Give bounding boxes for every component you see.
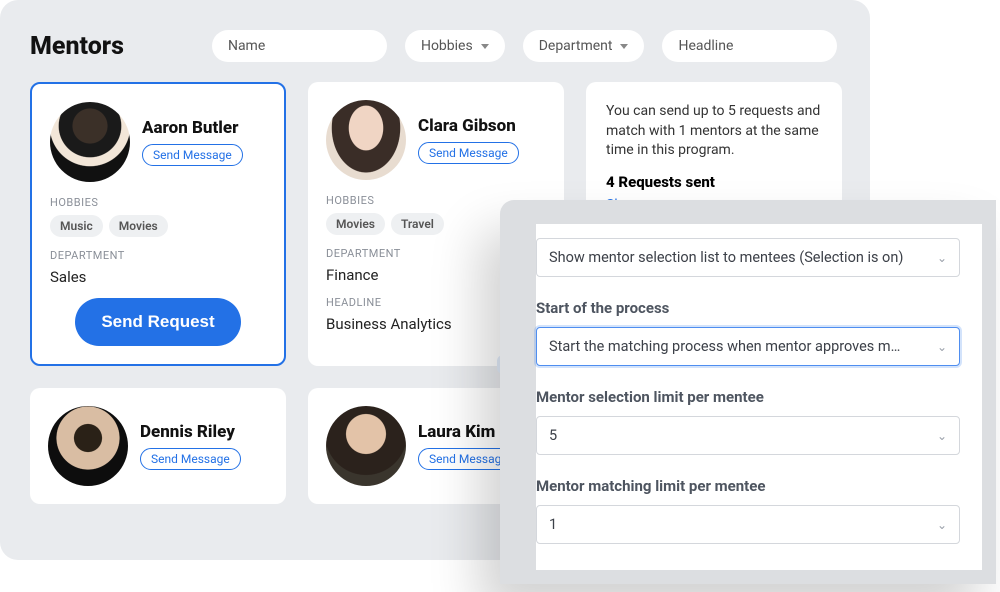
chevron-down-icon: ⌄ (937, 251, 947, 265)
chevron-down-icon: ⌄ (937, 518, 947, 532)
select-value: Show mentor selection list to mentees (S… (549, 249, 903, 266)
hobby-chip: Travel (391, 213, 444, 235)
selection-limit-label: Mentor selection limit per mentee (536, 388, 960, 406)
send-message-button[interactable]: Send Message (140, 448, 241, 470)
department-value: Sales (50, 268, 266, 286)
send-request-button[interactable]: Send Request (75, 298, 240, 346)
mentor-name: Clara Gibson (418, 116, 519, 136)
filter-hobbies[interactable]: Hobbies (405, 30, 505, 62)
mentor-card[interactable]: Aaron Butler Send Message HOBBIES Music … (30, 82, 286, 366)
avatar (48, 406, 128, 486)
send-message-button[interactable]: Send Message (418, 142, 519, 164)
header-row: Mentors Name Hobbies Department Headline (30, 30, 840, 62)
chevron-down-icon: ⌄ (937, 340, 947, 354)
mentor-name: Dennis Riley (140, 422, 241, 442)
department-label: DEPARTMENT (50, 249, 266, 262)
avatar (326, 100, 406, 180)
avatar (50, 102, 130, 182)
selection-visibility-select[interactable]: Show mentor selection list to mentees (S… (536, 238, 960, 277)
matching-limit-select[interactable]: 1 ⌄ (536, 505, 960, 544)
filter-hobbies-label: Hobbies (421, 38, 473, 54)
info-text: You can send up to 5 requests and match … (606, 102, 822, 161)
select-value: 1 (549, 516, 557, 533)
chevron-down-icon (481, 44, 489, 49)
matching-limit-label: Mentor matching limit per mentee (536, 477, 960, 495)
selection-limit-select[interactable]: 5 ⌄ (536, 416, 960, 455)
filter-name-label: Name (228, 38, 265, 54)
avatar (326, 406, 406, 486)
page-title: Mentors (30, 32, 124, 61)
filter-name[interactable]: Name (212, 30, 387, 62)
filter-department[interactable]: Department (523, 30, 645, 62)
requests-sent-count: 4 Requests sent (606, 173, 822, 191)
settings-inner: Show mentor selection list to mentees (S… (536, 224, 982, 570)
filter-headline-label: Headline (678, 38, 733, 54)
filter-headline[interactable]: Headline (662, 30, 837, 62)
start-process-select[interactable]: Start the matching process when mentor a… (536, 327, 960, 366)
start-process-label: Start of the process (536, 299, 960, 317)
mentor-card[interactable]: Dennis Riley Send Message (30, 388, 286, 504)
mentor-name: Aaron Butler (142, 118, 243, 138)
chevron-down-icon (620, 44, 628, 49)
hobbies-label: HOBBIES (50, 196, 266, 209)
filter-department-label: Department (539, 38, 613, 54)
chevron-down-icon: ⌄ (937, 429, 947, 443)
select-value: 5 (549, 427, 557, 444)
hobby-chip: Music (50, 215, 103, 237)
send-message-button[interactable]: Send Message (142, 144, 243, 166)
select-value: Start the matching process when mentor a… (549, 338, 900, 355)
hobby-chip: Movies (109, 215, 168, 237)
settings-panel: Show mentor selection list to mentees (S… (500, 200, 996, 584)
hobby-chip: Movies (326, 213, 385, 235)
